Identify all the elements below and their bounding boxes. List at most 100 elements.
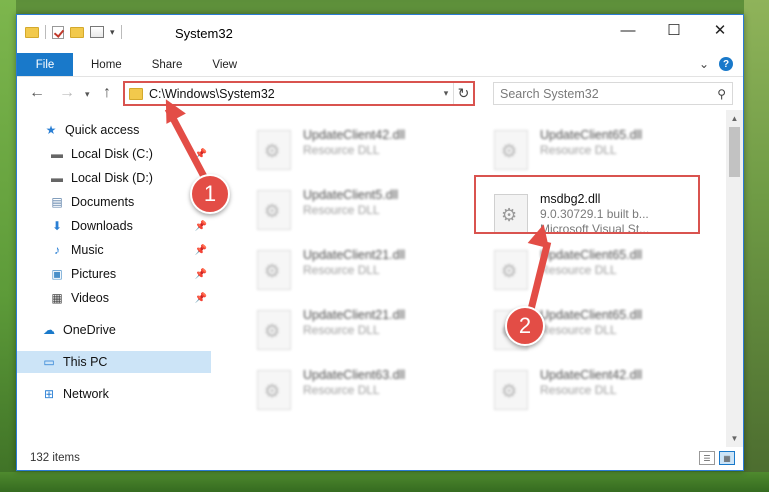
- sidebar-item-local-disk-c[interactable]: ▬ Local Disk (C:) 📌: [17, 143, 211, 165]
- ribbon-tabs: File Home Share View ⌄ ?: [17, 53, 743, 77]
- file-name: UpdateClient42.dll: [303, 128, 406, 142]
- sidebar-item-onedrive[interactable]: ☁ OneDrive: [17, 319, 211, 341]
- sidebar-item-downloads[interactable]: ⬇ Downloads 📌: [17, 215, 211, 237]
- pin-icon: 📌: [194, 220, 207, 232]
- window-title: System32: [175, 26, 233, 41]
- sidebar-item-label: Local Disk (C:): [71, 147, 153, 161]
- close-button[interactable]: ✕: [697, 15, 743, 45]
- properties-check-icon[interactable]: [52, 25, 64, 39]
- file-item[interactable]: ⚙ UpdateClient42.dll Resource DLL: [257, 128, 477, 176]
- file-item[interactable]: ⚙ UpdateClient65.dllResource DLL: [494, 248, 714, 296]
- file-name: UpdateClient65.dll: [540, 308, 643, 322]
- sidebar-item-pictures[interactable]: ▣ Pictures 📌: [17, 263, 211, 285]
- file-name: UpdateClient42.dll: [540, 368, 643, 382]
- tab-home[interactable]: Home: [76, 53, 137, 76]
- file-item[interactable]: ⚙ UpdateClient21.dll Resource DLL: [257, 308, 477, 356]
- new-folder-icon[interactable]: [70, 26, 84, 38]
- sidebar-item-label: Videos: [71, 291, 109, 305]
- item-count: 132 items: [30, 452, 80, 464]
- file-name: UpdateClient65.dll: [540, 248, 643, 262]
- dll-file-icon: ⚙: [257, 130, 291, 170]
- cloud-icon: ☁: [43, 323, 55, 337]
- pin-icon: 📌: [194, 244, 207, 256]
- file-item[interactable]: ⚙ UpdateClient63.dll Resource DLL: [257, 368, 477, 416]
- sidebar-item-label: Music: [71, 243, 104, 257]
- customize-toolbar-icon[interactable]: [90, 26, 104, 38]
- file-description: Resource DLL: [540, 383, 617, 397]
- sidebar-item-network[interactable]: ⊞ Network: [17, 383, 211, 405]
- help-icon[interactable]: ?: [719, 57, 733, 71]
- music-icon: ♪: [54, 243, 60, 257]
- scroll-down-icon[interactable]: ▼: [726, 430, 743, 447]
- quick-access-toolbar: ▾: [25, 25, 122, 39]
- minimize-button[interactable]: —: [605, 15, 651, 45]
- tab-file[interactable]: File: [17, 53, 73, 76]
- address-dropdown-icon[interactable]: ▾: [439, 88, 453, 99]
- sidebar-item-videos[interactable]: ▦ Videos 📌: [17, 287, 211, 309]
- computer-icon: ▭: [43, 355, 55, 369]
- file-item[interactable]: ⚙ UpdateClient42.dll Resource DLL: [494, 368, 714, 416]
- navigation-row: ← → ▾ ↑ C:\Windows\System32 ▾ ↻ Search S…: [17, 77, 743, 110]
- drive-icon: ▬: [51, 171, 63, 185]
- gear-icon: ⚙: [264, 261, 281, 281]
- vertical-scrollbar[interactable]: ▲ ▼: [726, 110, 743, 447]
- file-description: Resource DLL: [303, 323, 380, 337]
- file-list: ⚙ UpdateClient42.dll Resource DLL ⚙ Updat…: [229, 110, 725, 447]
- folder-icon: [129, 87, 143, 100]
- expand-ribbon-icon[interactable]: ⌄: [699, 57, 709, 71]
- sidebar-item-music[interactable]: ♪ Music 📌: [17, 239, 211, 261]
- desktop-background-bottom: [0, 472, 769, 492]
- file-name: UpdateClient65.dll: [540, 128, 643, 142]
- scroll-up-icon[interactable]: ▲: [726, 110, 743, 127]
- maximize-button[interactable]: ☐: [651, 15, 697, 45]
- sidebar-item-label: Network: [63, 387, 109, 401]
- pin-icon: 📌: [194, 268, 207, 280]
- step-badge-1: 1: [190, 174, 230, 214]
- file-description: Resource DLL: [303, 263, 380, 277]
- search-icon[interactable]: ⚲: [717, 87, 726, 101]
- folder-icon: [25, 26, 39, 38]
- sidebar-item-documents[interactable]: ▤ Documents 📌: [17, 191, 211, 213]
- toolbar-separator: [120, 25, 122, 39]
- sidebar-item-this-pc[interactable]: ▭ This PC: [17, 351, 211, 373]
- pin-icon: 📌: [194, 292, 207, 304]
- details-view-icon[interactable]: ☰: [699, 451, 715, 465]
- gear-icon: ⚙: [264, 141, 281, 161]
- sidebar-item-label: Local Disk (D:): [71, 171, 153, 185]
- sidebar-item-label: OneDrive: [63, 323, 116, 337]
- file-name: UpdateClient5.dll: [303, 188, 399, 202]
- tiles-view-icon[interactable]: ▦: [719, 451, 735, 465]
- up-arrow-icon[interactable]: ↑: [103, 84, 111, 102]
- tab-share[interactable]: Share: [137, 53, 198, 76]
- search-input[interactable]: Search System32 ⚲: [493, 82, 733, 105]
- sidebar-item-label: This PC: [63, 355, 108, 369]
- refresh-icon[interactable]: ↻: [453, 83, 473, 104]
- dll-file-icon: ⚙: [257, 370, 291, 410]
- forward-arrow-icon[interactable]: →: [59, 84, 75, 102]
- back-arrow-icon[interactable]: ←: [29, 84, 45, 102]
- sidebar-item-local-disk-d[interactable]: ▬ Local Disk (D:): [17, 167, 211, 189]
- scroll-thumb[interactable]: [729, 127, 740, 177]
- ribbon-right-controls: ⌄ ?: [699, 57, 733, 71]
- pictures-icon: ▣: [51, 267, 63, 281]
- toolbar-dropdown-icon[interactable]: ▾: [110, 27, 115, 38]
- star-icon: ★: [45, 123, 57, 137]
- title-bar: ▾ System32 — ☐ ✕: [17, 15, 743, 53]
- file-item[interactable]: ⚙ UpdateClient65.dllResource DLL: [494, 128, 714, 176]
- sidebar-item-label: Pictures: [71, 267, 117, 281]
- gear-icon: ⚙: [501, 261, 518, 281]
- file-item[interactable]: ⚙ UpdateClient21.dll Resource DLL: [257, 248, 477, 296]
- toolbar-separator: [45, 25, 46, 39]
- file-description: Resource DLL: [303, 143, 380, 157]
- address-path[interactable]: C:\Windows\System32: [149, 87, 439, 101]
- tab-view[interactable]: View: [197, 53, 252, 76]
- recent-locations-chevron-icon[interactable]: ▾: [85, 89, 90, 100]
- gear-icon: ⚙: [501, 381, 518, 401]
- dll-file-icon: ⚙: [257, 190, 291, 230]
- network-icon: ⊞: [43, 387, 55, 401]
- view-switcher: ☰ ▦: [699, 451, 735, 465]
- documents-icon: ▤: [51, 195, 63, 209]
- file-name: UpdateClient21.dll: [303, 308, 406, 322]
- file-item[interactable]: ⚙ UpdateClient5.dll Resource DLL: [257, 188, 477, 236]
- dll-file-icon: ⚙: [494, 370, 528, 410]
